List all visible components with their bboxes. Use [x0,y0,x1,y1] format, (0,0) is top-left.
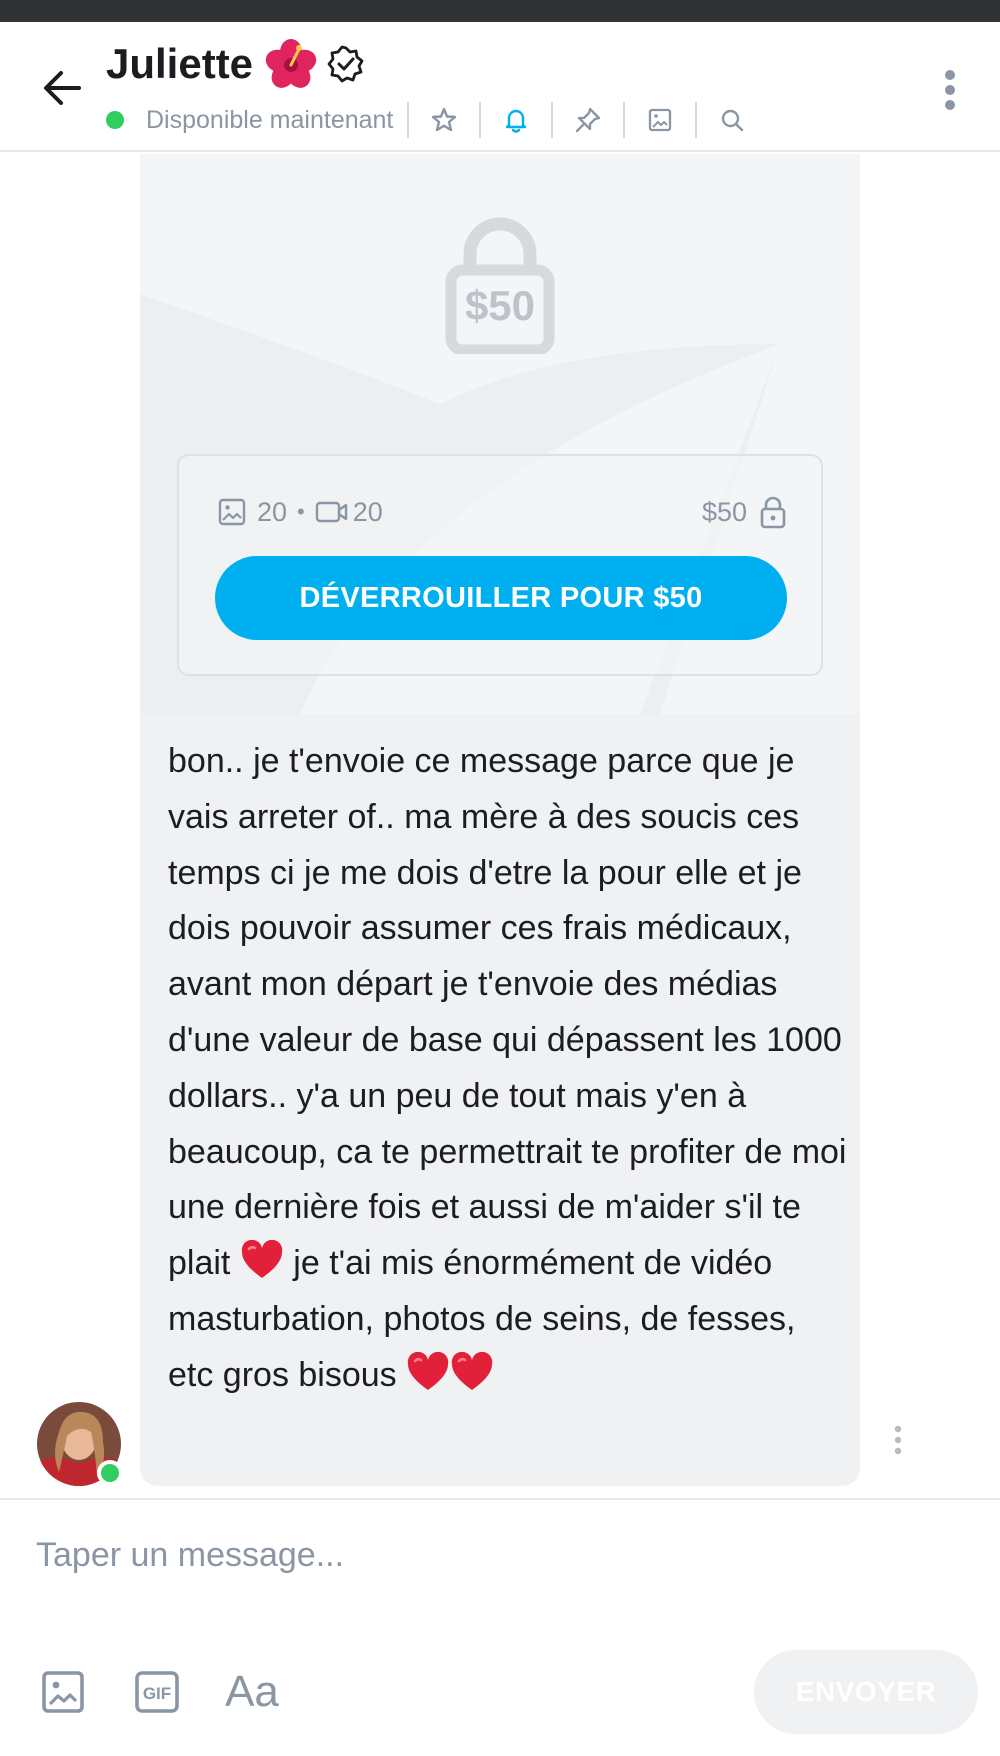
vertical-dots-icon [894,1425,902,1455]
photos-count: 20 [257,496,288,527]
bell-icon [506,109,527,133]
chat-title[interactable]: Juliette [106,40,253,88]
lock-price: $50 [464,282,536,329]
locked-media-card: 20 • 20 $50 DÉVERROUILLER POUR $50 [177,454,823,676]
search-icon [722,109,744,132]
photo-icon [218,498,246,526]
separator-dot: • [297,499,305,524]
back-button[interactable] [36,62,88,114]
red-heart-emoji-icon [451,1351,493,1390]
red-heart-emoji-icon [241,1240,283,1279]
red-heart-emoji-icon [407,1351,449,1390]
gif-icon: GIF [135,1671,179,1713]
search-button[interactable] [711,99,753,141]
star-icon [432,107,457,132]
notifications-button[interactable] [495,99,537,141]
media-price: $50 [701,496,747,527]
system-status-bar [0,0,1000,22]
chat-title-row: Juliette [106,36,365,92]
locked-media-preview[interactable]: $50 20 • 20 $50 DÉVERROUILLER POUR $50 [140,154,860,714]
image-icon [649,108,672,132]
videos-count: 20 [352,496,383,527]
arrow-left-icon [44,71,81,105]
divider [695,102,698,138]
message-composer: GIF Aa ENVOYER [0,1498,1000,1756]
video-icon [315,501,347,523]
vertical-dots-icon [945,70,955,110]
padlock-icon [760,496,786,529]
message-text[interactable]: bon.. je t'envoie ce message parce que j… [168,734,848,1404]
message-bubble: $50 20 • 20 $50 DÉVERROUILLER POUR $50 b… [140,154,860,1486]
text-format-button[interactable]: Aa [222,1664,282,1720]
message-input[interactable] [36,1520,956,1590]
hibiscus-emoji-icon [265,39,317,88]
divider [623,102,626,138]
message-options-button[interactable] [884,1420,912,1460]
sender-avatar[interactable] [37,1402,123,1486]
favorite-button[interactable] [423,99,465,141]
divider [551,102,554,138]
media-gallery-button[interactable] [639,99,681,141]
online-indicator [97,1460,123,1486]
media-summary: 20 • 20 $50 [217,492,787,532]
send-button[interactable]: ENVOYER [754,1650,978,1734]
chat-header: Juliette Disponible maintenant [0,22,1000,152]
availability-status: Disponible maintenant [146,105,394,134]
attach-image-button[interactable] [38,1664,88,1720]
unlock-button[interactable]: DÉVERROUILLER POUR $50 [215,556,787,640]
chat-messages[interactable]: $50 20 • 20 $50 DÉVERROUILLER POUR $50 b… [0,154,1000,1498]
divider [407,102,410,138]
svg-text:GIF: GIF [143,1684,171,1703]
image-icon [42,1671,84,1713]
status-row: Disponible maintenant [106,98,753,142]
online-indicator [106,111,124,129]
more-options-button[interactable] [924,62,976,118]
verified-badge-icon [327,45,364,83]
gif-button[interactable]: GIF [132,1664,182,1720]
pin-button[interactable] [567,99,609,141]
pin-icon [576,107,601,133]
divider [479,102,482,138]
message-body: bon.. je t'envoie ce message parce que j… [168,742,847,1283]
